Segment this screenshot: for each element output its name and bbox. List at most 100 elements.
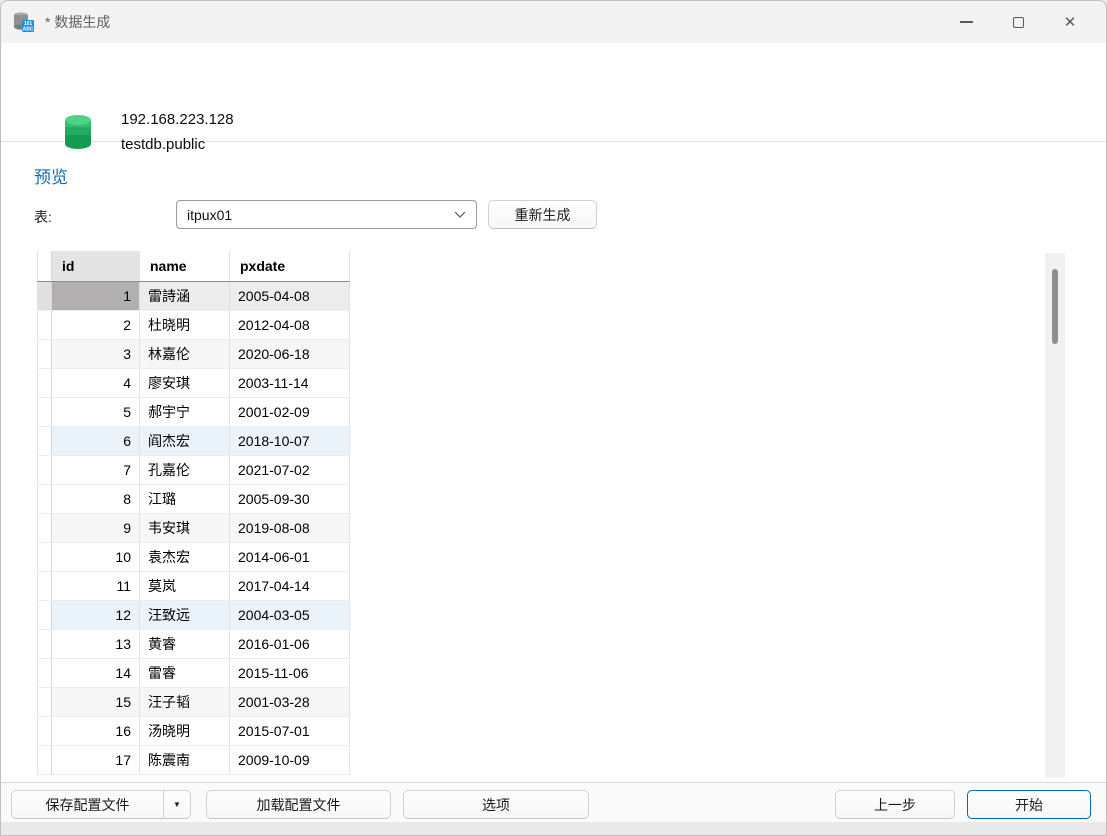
cell-id[interactable]: 2 (52, 310, 140, 339)
cell-name[interactable]: 韦安琪 (140, 513, 230, 542)
row-selector[interactable] (38, 484, 52, 513)
cell-id[interactable]: 17 (52, 745, 140, 774)
cell-id[interactable]: 3 (52, 339, 140, 368)
table-row[interactable]: 17陈震南2009-10-09 (38, 745, 350, 774)
row-selector[interactable] (38, 658, 52, 687)
row-selector[interactable] (38, 600, 52, 629)
cell-name[interactable]: 阎杰宏 (140, 426, 230, 455)
cell-id[interactable]: 14 (52, 658, 140, 687)
row-selector[interactable] (38, 426, 52, 455)
table-select[interactable]: itpux01 (176, 200, 477, 229)
row-selector[interactable] (38, 281, 52, 310)
save-profile-dropdown-button[interactable]: ▼ (164, 800, 190, 809)
cell-name[interactable]: 陈震南 (140, 745, 230, 774)
row-selector[interactable] (38, 629, 52, 658)
cell-name[interactable]: 黄睿 (140, 629, 230, 658)
cell-pxdate[interactable]: 2015-11-06 (230, 658, 350, 687)
maximize-button[interactable] (992, 1, 1044, 43)
cell-name[interactable]: 汤晓明 (140, 716, 230, 745)
cell-name[interactable]: 廖安琪 (140, 368, 230, 397)
row-selector[interactable] (38, 513, 52, 542)
cell-id[interactable]: 7 (52, 455, 140, 484)
table-row[interactable]: 13黄睿2016-01-06 (38, 629, 350, 658)
load-profile-button[interactable]: 加载配置文件 (206, 790, 391, 819)
row-selector[interactable] (38, 397, 52, 426)
row-selector[interactable] (38, 687, 52, 716)
table-row[interactable]: 11莫岚2017-04-14 (38, 571, 350, 600)
row-selector[interactable] (38, 716, 52, 745)
cell-pxdate[interactable]: 2018-10-07 (230, 426, 350, 455)
vertical-scrollbar[interactable] (1045, 253, 1065, 778)
cell-pxdate[interactable]: 2016-01-06 (230, 629, 350, 658)
table-row[interactable]: 3林嘉伦2020-06-18 (38, 339, 350, 368)
cell-pxdate[interactable]: 2009-10-09 (230, 745, 350, 774)
table-row[interactable]: 5郝宇宁2001-02-09 (38, 397, 350, 426)
cell-pxdate[interactable]: 2001-02-09 (230, 397, 350, 426)
cell-name[interactable]: 雷詩涵 (140, 281, 230, 310)
row-selector[interactable] (38, 368, 52, 397)
cell-pxdate[interactable]: 2021-07-02 (230, 455, 350, 484)
start-button[interactable]: 开始 (967, 790, 1091, 819)
cell-id[interactable]: 10 (52, 542, 140, 571)
cell-pxdate[interactable]: 2003-11-14 (230, 368, 350, 397)
options-button[interactable]: 选项 (403, 790, 589, 819)
cell-id[interactable]: 11 (52, 571, 140, 600)
regenerate-button[interactable]: 重新生成 (488, 200, 597, 229)
cell-pxdate[interactable]: 2015-07-01 (230, 716, 350, 745)
table-row[interactable]: 9韦安琪2019-08-08 (38, 513, 350, 542)
save-profile-button[interactable]: 保存配置文件 (12, 795, 163, 815)
table-row[interactable]: 15汪子韬2001-03-28 (38, 687, 350, 716)
column-header-pxdate[interactable]: pxdate (230, 251, 350, 281)
table-row[interactable]: 16汤晓明2015-07-01 (38, 716, 350, 745)
table-row[interactable]: 6阎杰宏2018-10-07 (38, 426, 350, 455)
row-selector[interactable] (38, 745, 52, 774)
row-selector[interactable] (38, 542, 52, 571)
cell-name[interactable]: 汪子韬 (140, 687, 230, 716)
column-header-name[interactable]: name (140, 251, 230, 281)
cell-pxdate[interactable]: 2020-06-18 (230, 339, 350, 368)
cell-id[interactable]: 15 (52, 687, 140, 716)
table-row[interactable]: 4廖安琪2003-11-14 (38, 368, 350, 397)
cell-name[interactable]: 孔嘉伦 (140, 455, 230, 484)
cell-pxdate[interactable]: 2019-08-08 (230, 513, 350, 542)
table-row[interactable]: 1雷詩涵2005-04-08 (38, 281, 350, 310)
cell-pxdate[interactable]: 2014-06-01 (230, 542, 350, 571)
cell-id[interactable]: 8 (52, 484, 140, 513)
cell-name[interactable]: 林嘉伦 (140, 339, 230, 368)
cell-name[interactable]: 莫岚 (140, 571, 230, 600)
cell-pxdate[interactable]: 2005-09-30 (230, 484, 350, 513)
cell-name[interactable]: 杜晓明 (140, 310, 230, 339)
table-row[interactable]: 14雷睿2015-11-06 (38, 658, 350, 687)
table-row[interactable]: 2杜晓明2012-04-08 (38, 310, 350, 339)
cell-name[interactable]: 汪致远 (140, 600, 230, 629)
cell-name[interactable]: 江璐 (140, 484, 230, 513)
cell-pxdate[interactable]: 2001-03-28 (230, 687, 350, 716)
cell-id[interactable]: 16 (52, 716, 140, 745)
cell-name[interactable]: 袁杰宏 (140, 542, 230, 571)
cell-id[interactable]: 12 (52, 600, 140, 629)
row-selector[interactable] (38, 571, 52, 600)
row-selector[interactable] (38, 310, 52, 339)
row-selector[interactable] (38, 339, 52, 368)
cell-id[interactable]: 6 (52, 426, 140, 455)
back-button[interactable]: 上一步 (835, 790, 955, 819)
minimize-button[interactable] (940, 1, 992, 43)
cell-id[interactable]: 5 (52, 397, 140, 426)
cell-id[interactable]: 13 (52, 629, 140, 658)
close-button[interactable]: ✕ (1044, 1, 1096, 43)
cell-pxdate[interactable]: 2004-03-05 (230, 600, 350, 629)
cell-pxdate[interactable]: 2005-04-08 (230, 281, 350, 310)
scrollbar-thumb[interactable] (1052, 269, 1058, 344)
column-header-id[interactable]: id (52, 251, 140, 281)
cell-pxdate[interactable]: 2017-04-14 (230, 571, 350, 600)
cell-name[interactable]: 郝宇宁 (140, 397, 230, 426)
table-row[interactable]: 10袁杰宏2014-06-01 (38, 542, 350, 571)
table-row[interactable]: 8江璐2005-09-30 (38, 484, 350, 513)
table-row[interactable]: 12汪致远2004-03-05 (38, 600, 350, 629)
cell-id[interactable]: 9 (52, 513, 140, 542)
cell-pxdate[interactable]: 2012-04-08 (230, 310, 350, 339)
cell-id[interactable]: 1 (52, 281, 140, 310)
cell-name[interactable]: 雷睿 (140, 658, 230, 687)
table-row[interactable]: 7孔嘉伦2021-07-02 (38, 455, 350, 484)
row-selector[interactable] (38, 455, 52, 484)
